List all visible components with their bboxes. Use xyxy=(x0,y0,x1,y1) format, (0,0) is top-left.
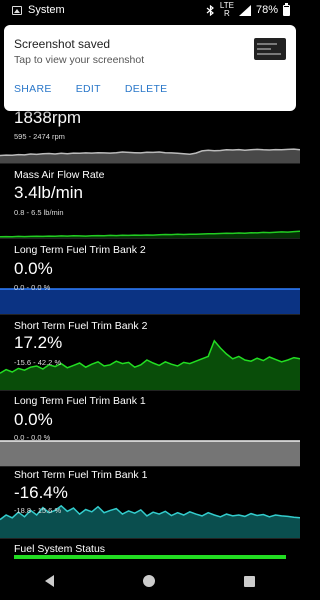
gauge-range: -15.6 - 42.2 % xyxy=(14,358,62,367)
battery-icon xyxy=(283,2,290,16)
fuel-system-status-gauge[interactable]: Fuel System Status xyxy=(0,538,300,562)
back-icon[interactable] xyxy=(44,575,54,587)
navigation-bar xyxy=(0,562,300,600)
status-app-name: System xyxy=(28,4,65,16)
gauge-value: 3.4lb/min xyxy=(14,183,83,202)
long-term-fuel-trim-bank1-gauge[interactable]: Long Term Fuel Trim Bank 1 0.0% 0.0 - 0.… xyxy=(0,390,300,467)
notification-title: Screenshot saved xyxy=(14,37,111,51)
sparkline-fill xyxy=(0,149,300,163)
share-button[interactable]: SHARE xyxy=(14,83,52,95)
sparkline-fill xyxy=(0,441,300,466)
image-icon xyxy=(12,5,22,15)
status-bar: System LTE R 78% xyxy=(0,0,300,20)
gauge-range: 0.0 - 0.0 % xyxy=(14,283,51,292)
gauge-label: Long Term Fuel Trim Bank 2 xyxy=(14,244,146,256)
gauge-range: 0.0 - 0.0 % xyxy=(14,433,51,442)
mass-air-flow-gauge[interactable]: Mass Air Flow Rate 3.4lb/min 0.8 - 6.5 l… xyxy=(0,163,300,239)
recents-icon[interactable] xyxy=(244,575,256,587)
gauge-value: -16.4% xyxy=(14,483,68,502)
long-term-fuel-trim-bank2-gauge[interactable]: Long Term Fuel Trim Bank 2 0.0% 0.0 - 0.… xyxy=(0,238,300,315)
gauge-value: 0.0% xyxy=(14,410,53,429)
sparkline-fill xyxy=(0,289,300,314)
battery-percent: 78% xyxy=(255,4,278,16)
screenshot-notification[interactable]: Screenshot saved Tap to view your screen… xyxy=(4,25,296,111)
gauge-label: Short Term Fuel Trim Bank 2 xyxy=(14,320,148,332)
delete-button[interactable]: DELETE xyxy=(125,83,168,95)
gauge-value: 0.0% xyxy=(14,259,53,278)
status-bar-fill xyxy=(14,555,286,559)
signal-icon xyxy=(238,4,251,16)
screenshot-thumbnail[interactable] xyxy=(254,38,286,60)
gauge-label: Mass Air Flow Rate xyxy=(14,169,105,181)
gauge-label: Fuel System Status xyxy=(14,543,106,555)
gauge-sparkline xyxy=(0,230,300,238)
gauge-value: 1838rpm xyxy=(14,108,82,127)
edit-button[interactable]: EDIT xyxy=(76,83,101,95)
short-term-fuel-trim-bank1-gauge[interactable]: Short Term Fuel Trim Bank 1 -16.4% -18.8… xyxy=(0,466,300,539)
gauge-value: 17.2% xyxy=(14,333,63,352)
notification-actions: SHARE EDIT DELETE xyxy=(14,83,167,95)
gauge-sparkline xyxy=(0,148,300,163)
notification-subtitle: Tap to view your screenshot xyxy=(14,54,145,66)
network-type: LTE R xyxy=(219,1,234,18)
home-icon[interactable] xyxy=(142,575,155,587)
bluetooth-icon xyxy=(206,4,214,16)
status-right: LTE R 78% xyxy=(206,2,290,18)
gauge-label: Long Term Fuel Trim Bank 1 xyxy=(14,395,146,407)
gauge-range: 0.8 - 6.5 lb/min xyxy=(14,208,64,217)
gauge-range: -18.8 - 15.6 % xyxy=(14,506,62,515)
gauge-range: 595 - 2474 rpm xyxy=(14,132,65,141)
short-term-fuel-trim-bank2-gauge[interactable]: Short Term Fuel Trim Bank 2 17.2% -15.6 … xyxy=(0,314,300,391)
gauge-label: Short Term Fuel Trim Bank 1 xyxy=(14,469,148,481)
